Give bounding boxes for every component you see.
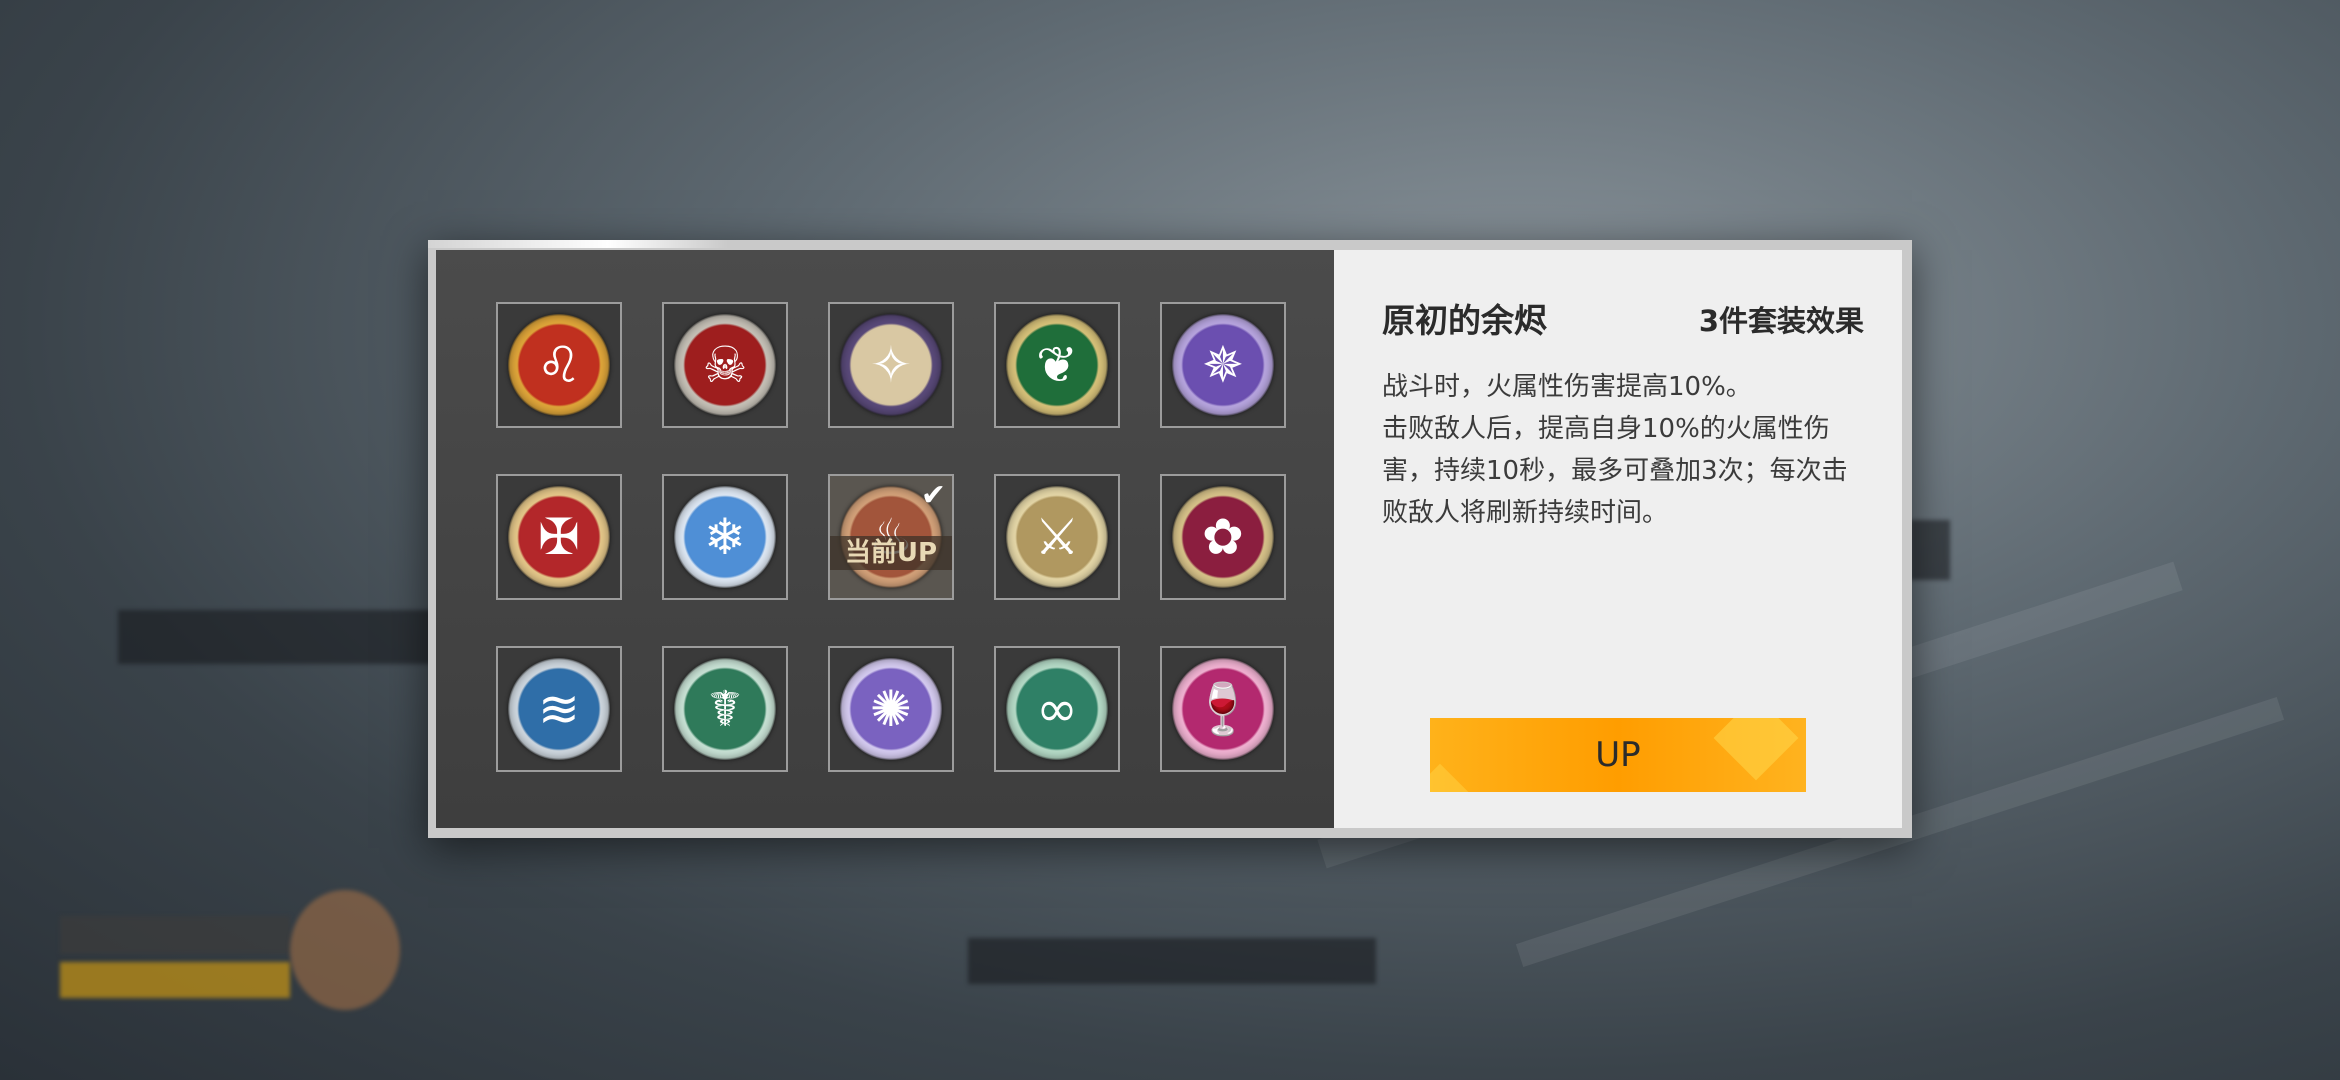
up-button-label: UP	[1595, 735, 1641, 775]
emblem-slot[interactable]: ✿	[1160, 474, 1286, 600]
winged-eye-emblem-icon: ✧	[840, 314, 942, 416]
emblem-slot[interactable]: ✧	[828, 302, 954, 428]
emblem-slot[interactable]: ≋	[496, 646, 622, 772]
background-blurred-bar	[60, 962, 290, 998]
set-title: 原初的余烬	[1382, 301, 1547, 340]
set-bonus-modal: ♌☠✧❦✵✠❄♨当前UP✔⚔✿≋☤✺∞🍷 原初的余烬 3件套装效果 战斗时，火属…	[428, 240, 1912, 838]
oni-mask-emblem-icon: ☠	[674, 314, 776, 416]
emblem-slot[interactable]: ✵	[1160, 302, 1286, 428]
background-blurred-panel	[1910, 520, 1950, 580]
lion-emblem-icon: ♌	[508, 314, 610, 416]
emblem-slot[interactable]: ✠	[496, 474, 622, 600]
checkmark-icon: ✔	[920, 478, 946, 513]
chalice-emblem-icon: 🍷	[1172, 658, 1274, 760]
emblem-slot[interactable]: ☤	[662, 646, 788, 772]
fox-mask-emblem-icon: ✿	[1172, 486, 1274, 588]
emblem-slot[interactable]: ☠	[662, 302, 788, 428]
background-blurred-emblem	[290, 890, 400, 1010]
button-decoration	[1430, 763, 1469, 792]
frost-wings-emblem-icon: ❄	[674, 486, 776, 588]
flame-crest-emblem-icon: ✠	[508, 486, 610, 588]
emblem-slot[interactable]: ⚔	[994, 474, 1120, 600]
emblem-grid: ♌☠✧❦✵✠❄♨当前UP✔⚔✿≋☤✺∞🍷	[436, 250, 1334, 828]
up-button[interactable]: UP	[1430, 718, 1806, 792]
set-description: 战斗时，火属性伤害提高10%。 击败敌人后，提高自身10%的火属性伤害，持续10…	[1382, 366, 1862, 534]
background-blurred-panel	[118, 610, 438, 664]
button-decoration	[1713, 718, 1799, 781]
emblem-slot[interactable]: ✺	[828, 646, 954, 772]
set-effect-label: 3件套装效果	[1698, 304, 1864, 338]
background-blurred-panel	[968, 938, 1376, 984]
water-dragon-emblem-icon: ≋	[508, 658, 610, 760]
emblem-slot[interactable]: ♌	[496, 302, 622, 428]
emblem-slot[interactable]: ❄	[662, 474, 788, 600]
violet-beast-emblem-icon: ✺	[840, 658, 942, 760]
emblem-slot[interactable]: ❦	[994, 302, 1120, 428]
crystal-spire-emblem-icon: ✵	[1172, 314, 1274, 416]
ouroboros-emblem-icon: ∞	[1006, 658, 1108, 760]
emblem-slot[interactable]: ♨当前UP✔	[828, 474, 954, 600]
crossed-swords-emblem-icon: ⚔	[1006, 486, 1108, 588]
emblem-slot[interactable]: 🍷	[1160, 646, 1286, 772]
set-detail-panel: 原初的余烬 3件套装效果 战斗时，火属性伤害提高10%。 击败敌人后，提高自身1…	[1334, 250, 1902, 828]
background-blurred-panel	[60, 916, 290, 954]
current-up-badge: 当前UP	[830, 536, 952, 570]
description-line: 击败敌人后，提高自身10%的火属性伤害，持续10秒，最多可叠加3次；每次击败敌人…	[1382, 414, 1848, 528]
description-line: 战斗时，火属性伤害提高10%。	[1382, 372, 1752, 402]
phoenix-emblem-icon: ❦	[1006, 314, 1108, 416]
serpent-vase-emblem-icon: ☤	[674, 658, 776, 760]
emblem-slot[interactable]: ∞	[994, 646, 1120, 772]
